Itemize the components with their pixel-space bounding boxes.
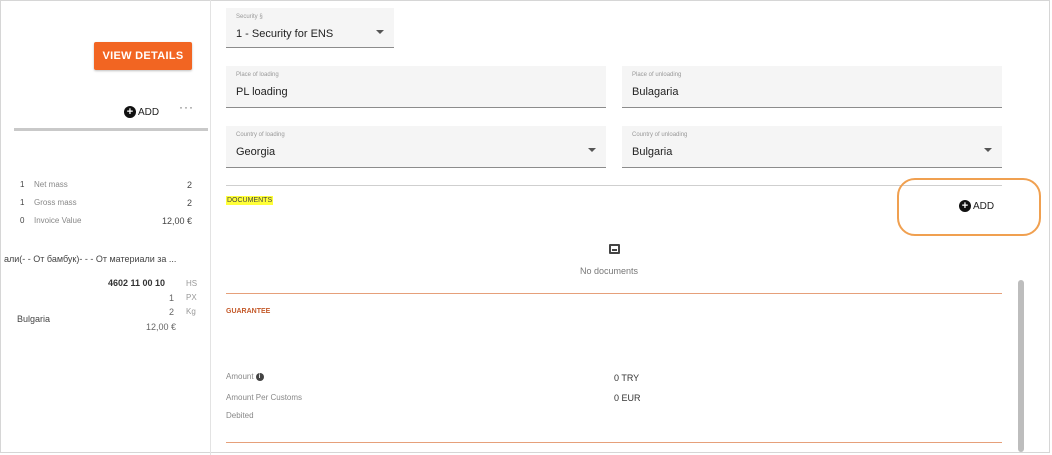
- kg-label: Kg: [186, 307, 196, 316]
- empty-state-text: No documents: [580, 266, 639, 276]
- field-value: Bulagaria: [632, 86, 679, 98]
- add-circle-icon: +: [124, 106, 136, 118]
- place-of-unloading-field[interactable]: Place of unloading Bulagaria: [622, 66, 1002, 108]
- field-label: Country of loading: [236, 132, 285, 138]
- summary-value: 2: [186, 198, 192, 208]
- summary-row: 1 Gross mass: [20, 198, 77, 207]
- guarantee-section-title: GUARANTEE: [226, 308, 271, 315]
- divider: [14, 128, 208, 131]
- field-label: Place of unloading: [632, 72, 682, 78]
- px-label: PX: [186, 293, 197, 302]
- amount-label: Amount i: [226, 372, 264, 381]
- left-panel: VIEW DETAILS + ADD ··· 1 Net mass 2 1 Gros…: [0, 0, 211, 455]
- documents-section-title: DOCUMENTS: [226, 196, 274, 205]
- summary-value: 12,00 €: [161, 216, 192, 226]
- field-value: 1 - Security for ENS: [236, 28, 334, 40]
- security-select[interactable]: Security § 1 - Security for ENS: [226, 8, 394, 48]
- chevron-down-icon: [376, 30, 384, 34]
- item-price: 12,00 €: [145, 322, 176, 332]
- country-of-loading-select[interactable]: Country of loading Georgia: [226, 126, 606, 168]
- country-of-unloading-select[interactable]: Country of unloading Bulgaria: [622, 126, 1002, 168]
- view-details-button[interactable]: VIEW DETAILS: [94, 42, 192, 70]
- scrollbar[interactable]: [1018, 280, 1024, 452]
- hs-label: HS: [186, 279, 198, 288]
- chevron-down-icon: [588, 148, 596, 152]
- field-value: Bulgaria: [632, 146, 673, 158]
- field-label: Place of loading: [236, 72, 279, 78]
- place-of-loading-field[interactable]: Place of loading PL loading: [226, 66, 606, 108]
- divider: [226, 442, 1002, 443]
- summary-row: 0 Invoice Value: [20, 216, 82, 225]
- debited-label: Debited: [226, 411, 254, 420]
- kg-value: 2: [168, 307, 174, 317]
- item-description[interactable]: али(- - От бамбук)- - - От материали за …: [4, 254, 176, 264]
- chevron-down-icon: [984, 148, 992, 152]
- amount-per-customs-label: Amount Per Customs: [226, 393, 303, 402]
- field-label: Security §: [236, 14, 263, 20]
- summary-row: 1 Net mass: [20, 180, 68, 189]
- more-options-icon[interactable]: ···: [179, 100, 194, 114]
- inbox-icon: [609, 244, 620, 254]
- summary-value: 2: [186, 180, 192, 190]
- hs-code: 4602 11 00 10: [108, 278, 166, 288]
- divider: [226, 293, 1002, 294]
- field-value: Georgia: [236, 146, 276, 158]
- info-icon[interactable]: i: [255, 373, 264, 381]
- item-country: Bulgaria: [17, 314, 51, 324]
- px-value: 1: [168, 293, 174, 303]
- field-label: Country of unloading: [632, 132, 688, 138]
- amount-per-customs-value: 0 EUR: [614, 393, 641, 403]
- add-button[interactable]: + ADD: [124, 106, 159, 118]
- annotation-highlight: [897, 178, 1041, 236]
- divider: [226, 185, 1002, 186]
- amount-value: 0 TRY: [614, 373, 640, 383]
- add-label: ADD: [138, 106, 160, 118]
- field-value: PL loading: [236, 86, 288, 98]
